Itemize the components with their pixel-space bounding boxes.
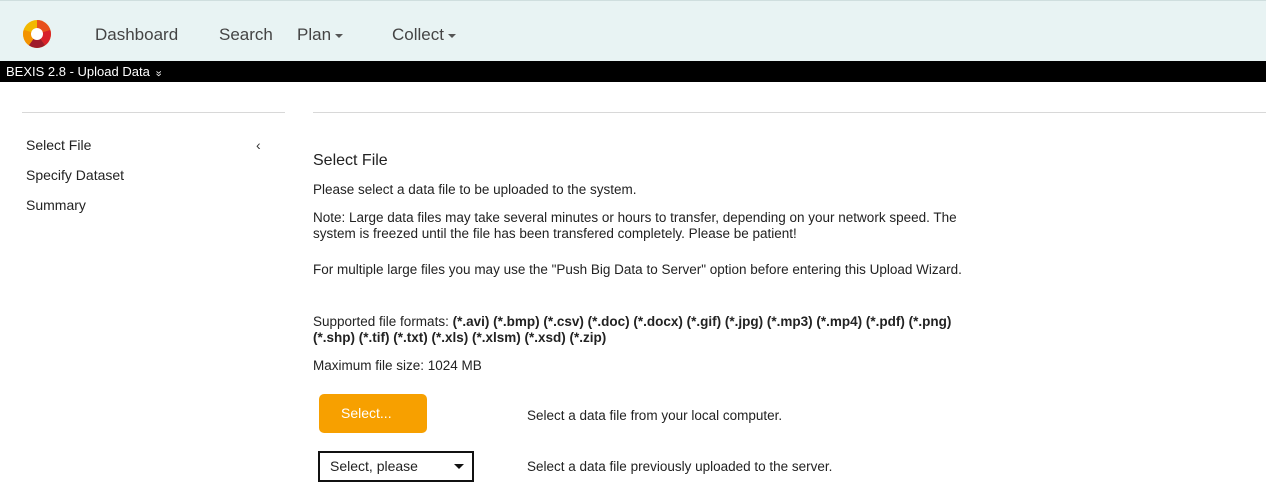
page-title: BEXIS 2.8 - Upload Data: [6, 64, 150, 79]
sidebar-item-summary[interactable]: Summary: [26, 197, 86, 213]
nav-plan-label: Plan: [297, 25, 332, 44]
intro-text: Please select a data file to be uploaded…: [313, 182, 637, 197]
chevron-left-icon[interactable]: ‹: [256, 137, 261, 153]
server-file-dropdown[interactable]: Select, please: [318, 451, 474, 482]
section-heading: Select File: [313, 152, 388, 169]
select-file-button[interactable]: Select...: [319, 394, 427, 433]
main-divider: [313, 112, 1266, 113]
caret-down-icon: [454, 464, 464, 469]
supported-formats: Supported file formats: (*.avi) (*.bmp) …: [313, 314, 973, 346]
max-file-size: Maximum file size: 1024 MB: [313, 358, 482, 373]
select-file-description: Select a data file from your local compu…: [527, 408, 783, 423]
dropdown-selected-value: Select, please: [330, 458, 418, 474]
bexis-logo[interactable]: [22, 19, 52, 49]
nav-collect[interactable]: Collect: [392, 25, 456, 45]
nav-plan[interactable]: Plan: [297, 25, 344, 45]
sidebar-item-select-file[interactable]: Select File: [26, 137, 91, 153]
sidebar-item-specify-dataset[interactable]: Specify Dataset: [26, 167, 124, 183]
nav-dashboard[interactable]: Dashboard: [95, 25, 178, 45]
nav-collect-label: Collect: [392, 25, 444, 44]
multi-file-note: For multiple large files you may use the…: [313, 262, 962, 277]
nav-search[interactable]: Search: [219, 25, 273, 45]
dropdown-description: Select a data file previously uploaded t…: [527, 459, 833, 474]
caret-down-icon: [447, 33, 456, 38]
double-chevron-down-icon[interactable]: »: [148, 70, 169, 76]
top-navbar: Dashboard Search Plan Collect: [0, 0, 1266, 61]
caret-down-icon: [335, 33, 344, 38]
large-file-note: Note: Large data files may take several …: [313, 210, 957, 241]
page-title-bar: BEXIS 2.8 - Upload Data »: [0, 61, 1266, 82]
sidebar-divider: [22, 112, 285, 113]
formats-label: Supported file formats:: [313, 314, 453, 329]
